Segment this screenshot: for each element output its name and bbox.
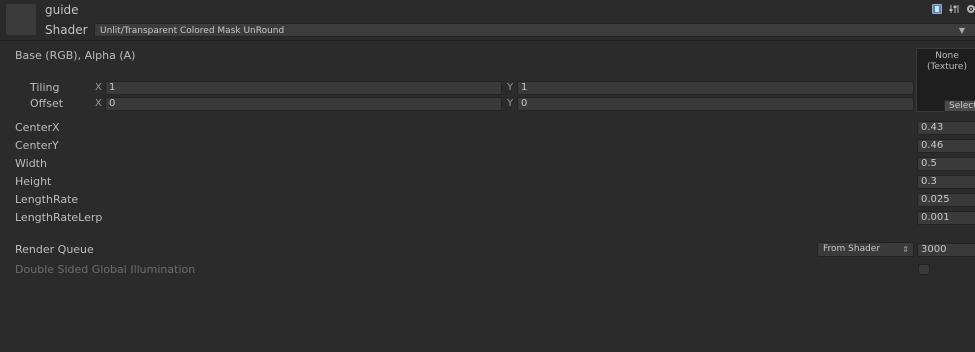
double-sided-gi-checkbox[interactable] xyxy=(918,264,930,275)
tiling-y-field[interactable]: 1 xyxy=(517,81,914,95)
property-label: CenterY xyxy=(15,139,59,152)
tiling-label: Tiling xyxy=(30,81,60,94)
property-value-field[interactable]: 0.46 xyxy=(917,139,975,153)
updown-arrow-icon: ⇕ xyxy=(902,245,909,254)
help-icon[interactable] xyxy=(932,4,942,14)
property-value-field[interactable]: 0.001 xyxy=(917,211,975,225)
shader-label: Shader xyxy=(45,23,88,37)
property-label: LengthRate xyxy=(15,193,79,206)
texture-property-label: Base (RGB), Alpha (A) xyxy=(15,49,136,62)
offset-x-field[interactable]: 0 xyxy=(105,97,502,111)
tiling-x-field[interactable]: 1 xyxy=(105,81,502,95)
material-name: guide xyxy=(45,3,79,17)
render-queue-label: Render Queue xyxy=(15,243,94,256)
property-value-field[interactable]: 0.43 xyxy=(917,121,975,135)
offset-label: Offset xyxy=(30,97,64,110)
texture-select-button[interactable]: Select xyxy=(944,100,975,112)
header-divider xyxy=(0,40,975,41)
property-value-field[interactable]: 0.3 xyxy=(917,175,975,189)
presets-icon[interactable] xyxy=(949,4,959,14)
property-label: Height xyxy=(15,175,52,188)
material-preview-thumbnail xyxy=(6,4,36,35)
texture-slot-text: None (Texture) xyxy=(916,51,975,73)
property-label: Width xyxy=(15,157,47,170)
render-queue-mode-value: From Shader xyxy=(823,244,881,254)
property-label: LengthRateLerp xyxy=(15,211,103,224)
render-queue-value-field[interactable]: 3000 xyxy=(917,243,975,257)
gear-icon[interactable] xyxy=(966,4,975,14)
property-value-field[interactable]: 0.025 xyxy=(917,193,975,207)
texture-none-label: None xyxy=(935,51,959,61)
property-value-field[interactable]: 0.5 xyxy=(917,157,975,171)
tiling-y-label: Y xyxy=(507,82,514,93)
shader-dropdown[interactable]: Unlit/Transparent Colored Mask UnRound ▼ xyxy=(94,23,975,37)
tiling-x-label: X xyxy=(95,82,102,93)
double-sided-gi-label: Double Sided Global Illumination xyxy=(15,263,196,276)
offset-y-label: Y xyxy=(507,98,514,109)
offset-y-field[interactable]: 0 xyxy=(517,97,914,111)
shader-dropdown-value: Unlit/Transparent Colored Mask UnRound xyxy=(100,26,285,36)
property-label: CenterX xyxy=(15,121,60,134)
texture-type-label: (Texture) xyxy=(927,62,967,72)
render-queue-mode-dropdown[interactable]: From Shader ⇕ xyxy=(817,242,914,257)
offset-x-label: X xyxy=(95,98,102,109)
dropdown-arrow-icon: ▼ xyxy=(958,26,965,35)
